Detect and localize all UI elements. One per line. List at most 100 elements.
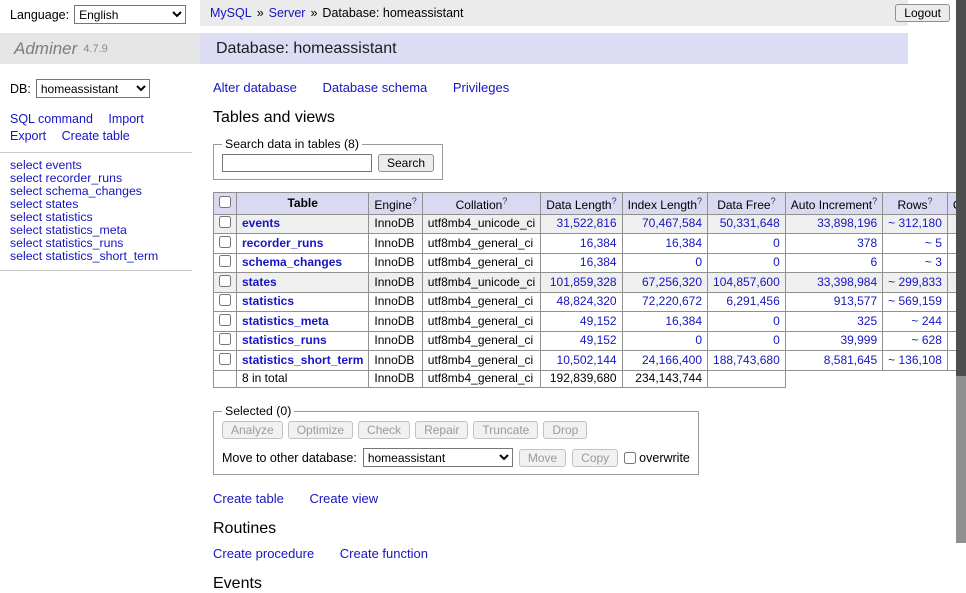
alter-database-link[interactable]: Alter database bbox=[213, 80, 297, 95]
auto-increment-link[interactable]: 913,577 bbox=[834, 294, 877, 308]
index-length-link[interactable]: 24,166,400 bbox=[642, 353, 702, 367]
index-length-link[interactable]: 67,256,320 bbox=[642, 275, 702, 289]
row-checkbox[interactable] bbox=[219, 255, 231, 267]
scrollbar-thumb[interactable] bbox=[956, 0, 966, 376]
sidebar-table-link[interactable]: select statistics_short_term bbox=[10, 249, 158, 263]
table-name-link[interactable]: states bbox=[242, 275, 277, 289]
help-marker[interactable]: ? bbox=[612, 196, 617, 206]
create-table-link-bottom[interactable]: Create table bbox=[213, 491, 284, 506]
data-free-link[interactable]: 0 bbox=[773, 333, 780, 347]
vertical-scrollbar[interactable] bbox=[956, 0, 966, 543]
auto-increment-link[interactable]: 33,898,196 bbox=[817, 216, 877, 230]
sidebar-table-link[interactable]: select events bbox=[10, 158, 82, 172]
export-link[interactable]: Export bbox=[10, 129, 46, 143]
rows-estimate-link[interactable]: ~ 628 bbox=[912, 333, 942, 347]
data-length-link[interactable]: 31,522,816 bbox=[557, 216, 617, 230]
database-schema-link[interactable]: Database schema bbox=[322, 80, 427, 95]
truncate-button[interactable]: Truncate bbox=[473, 421, 538, 439]
data-length-link[interactable]: 48,824,320 bbox=[557, 294, 617, 308]
privileges-link[interactable]: Privileges bbox=[453, 80, 509, 95]
row-checkbox[interactable] bbox=[219, 294, 231, 306]
check-button[interactable]: Check bbox=[358, 421, 410, 439]
auto-increment-link[interactable]: 378 bbox=[857, 236, 877, 250]
move-db-select[interactable]: homeassistant bbox=[363, 448, 513, 467]
import-link[interactable]: Import bbox=[108, 112, 143, 126]
search-input[interactable] bbox=[222, 154, 372, 172]
db-select[interactable]: homeassistant bbox=[36, 79, 150, 98]
index-length-link[interactable]: 70,467,584 bbox=[642, 216, 702, 230]
rows-estimate-link[interactable]: ~ 299,833 bbox=[888, 275, 942, 289]
auto-increment-link[interactable]: 39,999 bbox=[840, 333, 877, 347]
auto-increment-link[interactable]: 6 bbox=[870, 255, 877, 269]
copy-button[interactable]: Copy bbox=[572, 449, 618, 467]
data-length-link[interactable]: 16,384 bbox=[580, 236, 617, 250]
rows-estimate-link[interactable]: ~ 3 bbox=[925, 255, 942, 269]
rows-estimate-link[interactable]: ~ 5 bbox=[925, 236, 942, 250]
data-free-link[interactable]: 188,743,680 bbox=[713, 353, 780, 367]
logout-button[interactable]: Logout bbox=[895, 4, 950, 22]
create-view-link[interactable]: Create view bbox=[309, 491, 378, 506]
table-name-link[interactable]: statistics bbox=[242, 294, 294, 308]
help-marker[interactable]: ? bbox=[412, 196, 417, 206]
row-checkbox[interactable] bbox=[219, 333, 231, 345]
data-free-link[interactable]: 104,857,600 bbox=[713, 275, 780, 289]
move-button[interactable]: Move bbox=[519, 449, 566, 467]
create-function-link[interactable]: Create function bbox=[340, 546, 428, 561]
app-name[interactable]: Adminer bbox=[14, 39, 77, 59]
sidebar-table-link[interactable]: select statistics bbox=[10, 210, 93, 224]
index-length-link[interactable]: 16,384 bbox=[665, 236, 702, 250]
auto-increment-link[interactable]: 8,581,645 bbox=[824, 353, 877, 367]
index-length-link[interactable]: 16,384 bbox=[665, 314, 702, 328]
row-checkbox[interactable] bbox=[219, 314, 231, 326]
search-button[interactable]: Search bbox=[378, 154, 434, 172]
row-checkbox[interactable] bbox=[219, 216, 231, 228]
sidebar-table-link[interactable]: select states bbox=[10, 197, 78, 211]
index-length-link[interactable]: 0 bbox=[695, 333, 702, 347]
data-length-link[interactable]: 49,152 bbox=[580, 314, 617, 328]
sql-command-link[interactable]: SQL command bbox=[10, 112, 93, 126]
table-name-link[interactable]: statistics_runs bbox=[242, 333, 327, 347]
help-marker[interactable]: ? bbox=[928, 196, 933, 206]
drop-button[interactable]: Drop bbox=[543, 421, 587, 439]
data-free-link[interactable]: 0 bbox=[773, 255, 780, 269]
index-length-link[interactable]: 72,220,672 bbox=[642, 294, 702, 308]
table-name-link[interactable]: statistics_meta bbox=[242, 314, 329, 328]
table-name-link[interactable]: recorder_runs bbox=[242, 236, 323, 250]
data-free-link[interactable]: 0 bbox=[773, 314, 780, 328]
help-marker[interactable]: ? bbox=[872, 196, 877, 206]
sidebar-table-link[interactable]: select statistics_meta bbox=[10, 223, 127, 237]
analyze-button[interactable]: Analyze bbox=[222, 421, 283, 439]
data-length-link[interactable]: 10,502,144 bbox=[557, 353, 617, 367]
rows-estimate-link[interactable]: ~ 569,159 bbox=[888, 294, 942, 308]
create-table-link[interactable]: Create table bbox=[62, 129, 130, 143]
overwrite-checkbox[interactable] bbox=[624, 452, 636, 464]
rows-estimate-link[interactable]: ~ 312,180 bbox=[888, 216, 942, 230]
sidebar-table-link[interactable]: select schema_changes bbox=[10, 184, 142, 198]
breadcrumb-mysql-link[interactable]: MySQL bbox=[210, 6, 252, 20]
data-free-link[interactable]: 0 bbox=[773, 236, 780, 250]
table-name-link[interactable]: schema_changes bbox=[242, 255, 342, 269]
language-select[interactable]: English bbox=[74, 5, 186, 24]
row-checkbox[interactable] bbox=[219, 275, 231, 287]
optimize-button[interactable]: Optimize bbox=[288, 421, 353, 439]
rows-estimate-link[interactable]: ~ 244 bbox=[912, 314, 942, 328]
auto-increment-link[interactable]: 325 bbox=[857, 314, 877, 328]
breadcrumb-server-link[interactable]: Server bbox=[269, 6, 306, 20]
data-length-link[interactable]: 49,152 bbox=[580, 333, 617, 347]
data-free-link[interactable]: 50,331,648 bbox=[720, 216, 780, 230]
create-procedure-link[interactable]: Create procedure bbox=[213, 546, 314, 561]
help-marker[interactable]: ? bbox=[502, 196, 507, 206]
help-marker[interactable]: ? bbox=[697, 196, 702, 206]
table-name-link[interactable]: events bbox=[242, 216, 280, 230]
repair-button[interactable]: Repair bbox=[415, 421, 468, 439]
data-free-link[interactable]: 6,291,456 bbox=[726, 294, 779, 308]
rows-estimate-link[interactable]: ~ 136,108 bbox=[888, 353, 942, 367]
data-length-link[interactable]: 16,384 bbox=[580, 255, 617, 269]
help-marker[interactable]: ? bbox=[771, 196, 776, 206]
sidebar-table-link[interactable]: select recorder_runs bbox=[10, 171, 122, 185]
table-name-link[interactable]: statistics_short_term bbox=[242, 353, 363, 367]
auto-increment-link[interactable]: 33,398,984 bbox=[817, 275, 877, 289]
select-all-checkbox[interactable] bbox=[219, 196, 231, 208]
data-length-link[interactable]: 101,859,328 bbox=[550, 275, 617, 289]
row-checkbox[interactable] bbox=[219, 353, 231, 365]
